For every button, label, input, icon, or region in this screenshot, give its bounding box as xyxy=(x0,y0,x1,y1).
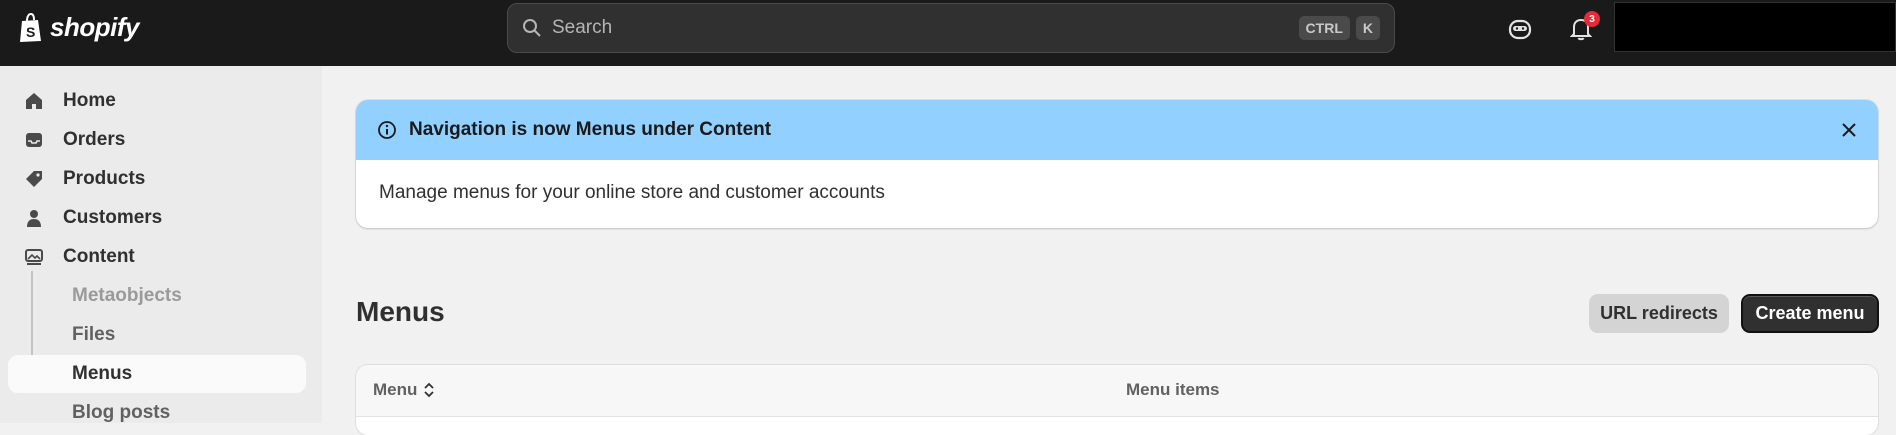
table-header: Menu Menu items xyxy=(356,365,1878,417)
sidekick-button[interactable] xyxy=(1505,14,1535,44)
column-header-menu-items: Menu items xyxy=(1126,380,1220,400)
sidebar-item-label: Products xyxy=(63,168,146,189)
sidebar-item-metaobjects[interactable]: Metaobjects xyxy=(8,277,306,315)
sidebar-item-label: Menus xyxy=(72,363,133,384)
search-placeholder: Search xyxy=(552,17,613,38)
person-icon xyxy=(23,207,45,229)
sidebar-item-orders[interactable]: Orders xyxy=(8,121,306,159)
search-bar[interactable]: Search CTRL K xyxy=(507,3,1395,53)
banner-title: Navigation is now Menus under Content xyxy=(409,119,772,140)
url-redirects-button[interactable]: URL redirects xyxy=(1589,294,1729,333)
sidebar-item-home[interactable]: Home xyxy=(8,82,306,120)
tag-icon xyxy=(23,168,45,190)
sidebar-item-label: Blog posts xyxy=(72,402,171,423)
sidebar-item-menus[interactable]: Menus xyxy=(8,355,306,393)
notifications-button[interactable]: 3 xyxy=(1566,11,1600,44)
top-bar: S shopify Search CTRL K 3 xyxy=(0,0,1896,66)
notification-count-badge: 3 xyxy=(1584,11,1600,27)
banner-close-button[interactable] xyxy=(1834,115,1864,145)
sidebar-item-blog-posts[interactable]: Blog posts xyxy=(8,394,306,432)
sidebar: Home Orders Products Customers Content M… xyxy=(0,66,322,423)
sort-icon xyxy=(424,382,435,398)
sidebar-item-label: Customers xyxy=(63,207,163,228)
sidebar-item-label: Files xyxy=(72,324,116,345)
logo-text: shopify xyxy=(50,12,139,42)
sidebar-item-label: Orders xyxy=(63,129,126,150)
sidebar-item-content[interactable]: Content xyxy=(8,238,306,276)
info-banner: Navigation is now Menus under Content Ma… xyxy=(356,100,1878,228)
create-menu-button[interactable]: Create menu xyxy=(1741,294,1879,333)
sidebar-item-label: Content xyxy=(63,246,135,267)
shopify-bag-icon: S xyxy=(20,12,41,42)
info-icon xyxy=(378,121,396,139)
shortcut-key-k: K xyxy=(1355,16,1380,40)
image-icon xyxy=(23,246,45,268)
column-header-menu[interactable]: Menu xyxy=(373,380,435,400)
sidebar-item-products[interactable]: Products xyxy=(8,160,306,198)
column-header-label: Menu items xyxy=(1126,380,1220,399)
home-icon xyxy=(23,90,45,112)
shopify-logo[interactable]: S shopify xyxy=(18,12,139,43)
close-icon xyxy=(1842,123,1856,137)
column-header-label: Menu xyxy=(373,380,418,399)
inbox-icon xyxy=(23,129,45,151)
sidebar-item-label: Home xyxy=(63,90,116,111)
sidekick-icon xyxy=(1508,19,1532,40)
banner-header: Navigation is now Menus under Content xyxy=(356,100,1878,160)
shortcut-key-ctrl: CTRL xyxy=(1298,16,1350,40)
sidebar-item-files[interactable]: Files xyxy=(8,316,306,354)
search-icon xyxy=(523,19,541,37)
banner-body: Manage menus for your online store and c… xyxy=(379,182,885,203)
sidebar-item-label: Metaobjects xyxy=(72,285,182,306)
account-menu[interactable] xyxy=(1614,2,1896,52)
page-title: Menus xyxy=(356,296,445,327)
sidebar-item-customers[interactable]: Customers xyxy=(8,199,306,237)
svg-text:S: S xyxy=(26,24,35,40)
menus-table: Menu Menu items xyxy=(356,365,1878,435)
